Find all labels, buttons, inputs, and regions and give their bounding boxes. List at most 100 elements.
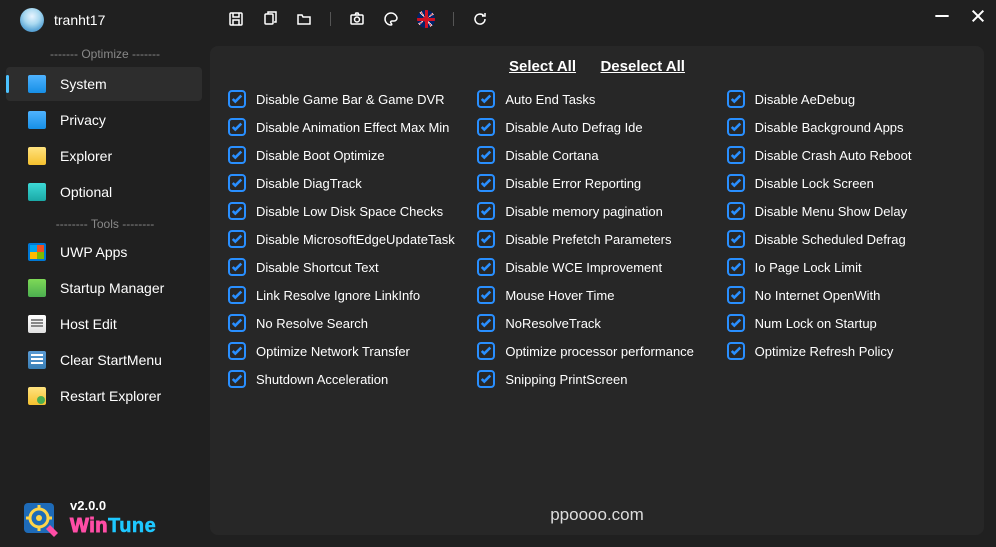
option-checkbox[interactable]: Disable AeDebug <box>727 90 966 108</box>
select-all-button[interactable]: Select All <box>509 58 576 75</box>
sidebar-item-optional[interactable]: Optional <box>6 175 202 209</box>
option-checkbox[interactable]: Io Page Lock Limit <box>727 258 966 276</box>
option-checkbox[interactable]: Snipping PrintScreen <box>477 370 716 388</box>
option-checkbox[interactable]: Disable Prefetch Parameters <box>477 230 716 248</box>
option-checkbox[interactable]: Disable Cortana <box>477 146 716 164</box>
checkbox-icon <box>727 230 745 248</box>
host-icon <box>28 315 46 333</box>
user-avatar[interactable] <box>20 8 44 32</box>
sidebar-item-explorer[interactable]: Explorer <box>6 139 202 173</box>
option-label: Shutdown Acceleration <box>256 372 388 387</box>
option-checkbox[interactable]: Disable WCE Improvement <box>477 258 716 276</box>
checkbox-icon <box>228 118 246 136</box>
titlebar: tranht17 <box>0 0 996 40</box>
option-label: Disable Scheduled Defrag <box>755 232 906 247</box>
option-checkbox[interactable]: Mouse Hover Time <box>477 286 716 304</box>
option-checkbox[interactable]: NoResolveTrack <box>477 314 716 332</box>
sidebar-label: System <box>60 76 107 92</box>
option-checkbox[interactable]: Disable DiagTrack <box>228 174 467 192</box>
checkbox-icon <box>477 258 495 276</box>
sidebar-item-privacy[interactable]: Privacy <box>6 103 202 137</box>
close-button[interactable] <box>970 8 986 24</box>
option-checkbox[interactable]: Disable Crash Auto Reboot <box>727 146 966 164</box>
checkbox-icon <box>727 174 745 192</box>
option-label: Disable Boot Optimize <box>256 148 385 163</box>
option-checkbox[interactable]: Num Lock on Startup <box>727 314 966 332</box>
minimize-button[interactable] <box>934 8 950 24</box>
option-checkbox[interactable]: Shutdown Acceleration <box>228 370 467 388</box>
option-label: Num Lock on Startup <box>755 316 877 331</box>
refresh-icon[interactable] <box>472 11 488 27</box>
sidebar-item-clearstart[interactable]: Clear StartMenu <box>6 343 202 377</box>
checkbox-icon <box>727 90 745 108</box>
option-label: Disable Prefetch Parameters <box>505 232 671 247</box>
checkbox-icon <box>228 258 246 276</box>
checkbox-icon <box>477 370 495 388</box>
footer-logo: v2.0.0 WinTune <box>18 497 156 539</box>
content-panel: Select All Deselect All Disable Game Bar… <box>210 46 984 535</box>
option-checkbox[interactable]: Disable memory pagination <box>477 202 716 220</box>
option-checkbox[interactable]: Disable Auto Defrag Ide <box>477 118 716 136</box>
sidebar-label: UWP Apps <box>60 244 127 260</box>
option-checkbox[interactable]: Disable Error Reporting <box>477 174 716 192</box>
sidebar-item-uwp[interactable]: UWP Apps <box>6 235 202 269</box>
sidebar-item-system[interactable]: System <box>6 67 202 101</box>
checkbox-icon <box>228 230 246 248</box>
sidebar: ------- Optimize ------- System Privacy … <box>0 40 210 547</box>
divider <box>330 12 331 26</box>
option-label: Disable DiagTrack <box>256 176 362 191</box>
option-checkbox[interactable]: Optimize Refresh Policy <box>727 342 966 360</box>
sidebar-label: Explorer <box>60 148 112 164</box>
divider <box>453 12 454 26</box>
privacy-icon <box>28 111 46 129</box>
folder-icon[interactable] <box>296 11 312 27</box>
option-label: Disable Lock Screen <box>755 176 874 191</box>
option-checkbox[interactable]: No Resolve Search <box>228 314 467 332</box>
option-checkbox[interactable]: Auto End Tasks <box>477 90 716 108</box>
option-label: Disable Animation Effect Max Min <box>256 120 449 135</box>
option-label: No Resolve Search <box>256 316 368 331</box>
checkbox-icon <box>228 314 246 332</box>
option-checkbox[interactable]: Disable Lock Screen <box>727 174 966 192</box>
language-flag-icon[interactable] <box>417 10 435 28</box>
app-logo-icon <box>18 497 60 539</box>
sidebar-label: Privacy <box>60 112 106 128</box>
option-checkbox[interactable]: Disable Boot Optimize <box>228 146 467 164</box>
sidebar-item-restart[interactable]: Restart Explorer <box>6 379 202 413</box>
option-checkbox[interactable]: Link Resolve Ignore LinkInfo <box>228 286 467 304</box>
sidebar-item-startup[interactable]: Startup Manager <box>6 271 202 305</box>
option-checkbox[interactable]: Disable Menu Show Delay <box>727 202 966 220</box>
checkbox-icon <box>228 90 246 108</box>
sidebar-label: Host Edit <box>60 316 117 332</box>
option-label: Disable memory pagination <box>505 204 663 219</box>
checkbox-icon <box>477 286 495 304</box>
option-checkbox[interactable]: No Internet OpenWith <box>727 286 966 304</box>
save-icon[interactable] <box>228 11 244 27</box>
copy-icon[interactable] <box>262 11 278 27</box>
option-checkbox[interactable]: Disable Game Bar & Game DVR <box>228 90 467 108</box>
option-checkbox[interactable]: Disable Low Disk Space Checks <box>228 202 467 220</box>
option-checkbox[interactable]: Optimize processor performance <box>477 342 716 360</box>
option-checkbox[interactable]: Disable Scheduled Defrag <box>727 230 966 248</box>
option-label: Link Resolve Ignore LinkInfo <box>256 288 420 303</box>
deselect-all-button[interactable]: Deselect All <box>600 58 685 75</box>
version-label: v2.0.0 <box>70 498 156 513</box>
checkbox-icon <box>228 286 246 304</box>
option-label: Disable Auto Defrag Ide <box>505 120 642 135</box>
option-checkbox[interactable]: Disable Background Apps <box>727 118 966 136</box>
optional-icon <box>28 183 46 201</box>
checkbox-icon <box>477 90 495 108</box>
option-checkbox[interactable]: Disable Animation Effect Max Min <box>228 118 467 136</box>
checkbox-icon <box>477 342 495 360</box>
checkbox-icon <box>727 202 745 220</box>
sidebar-item-hostedit[interactable]: Host Edit <box>6 307 202 341</box>
palette-icon[interactable] <box>383 11 399 27</box>
option-checkbox[interactable]: Disable Shortcut Text <box>228 258 467 276</box>
option-checkbox[interactable]: Disable MicrosoftEdgeUpdateTask <box>228 230 467 248</box>
option-checkbox[interactable]: Optimize Network Transfer <box>228 342 467 360</box>
checkbox-icon <box>228 370 246 388</box>
restart-icon <box>28 387 46 405</box>
option-label: Optimize Refresh Policy <box>755 344 894 359</box>
camera-icon[interactable] <box>349 11 365 27</box>
option-label: Io Page Lock Limit <box>755 260 862 275</box>
